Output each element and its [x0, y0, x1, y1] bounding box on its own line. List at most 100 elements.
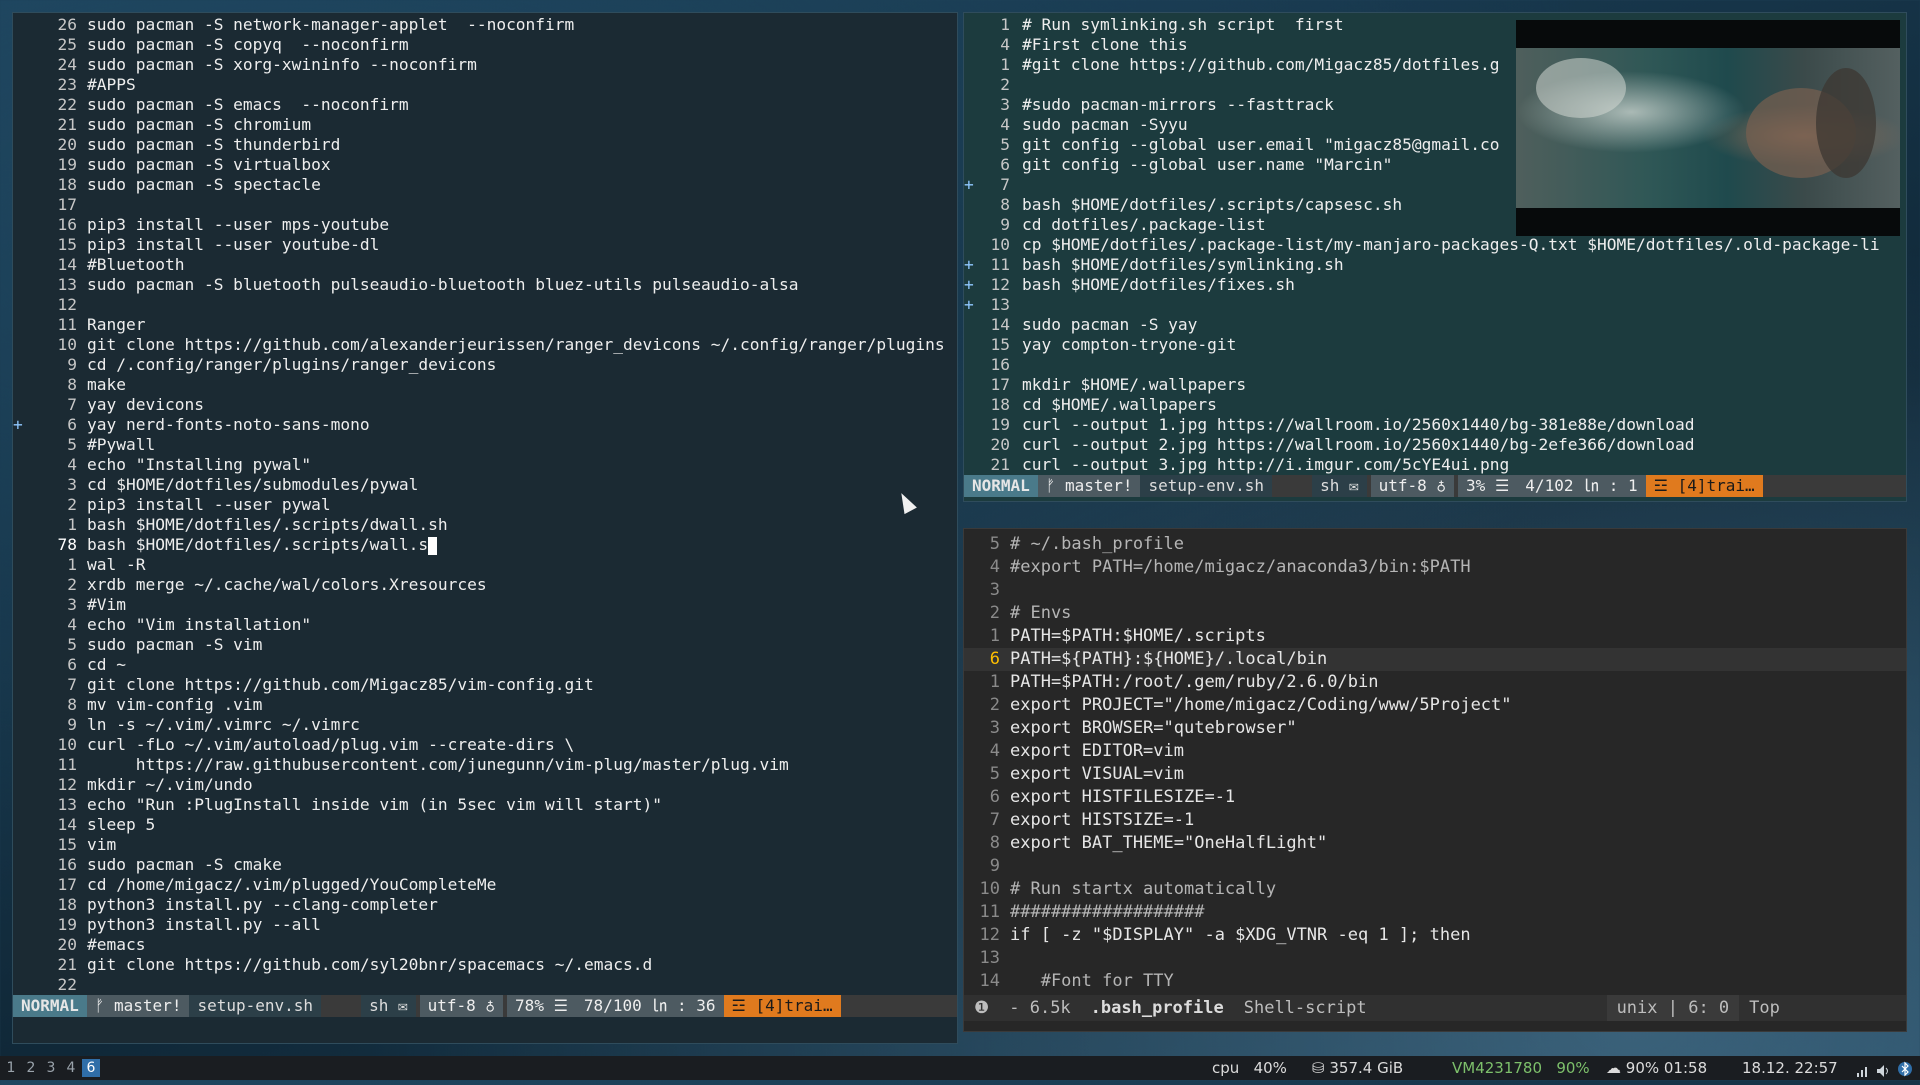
code-line[interactable]: 12 if [ -z "$DISPLAY" -a $XDG_VTNR -eq 1 …: [964, 924, 1906, 947]
code-line[interactable]: +12 bash $HOME/dotfiles/fixes.sh: [964, 275, 1906, 295]
code-line[interactable]: 14 sudo pacman -S yay: [964, 315, 1906, 335]
code-line[interactable]: 7 export HISTSIZE=-1: [964, 809, 1906, 832]
code-line[interactable]: 9 ln -s ~/.vim/.vimrc ~/.vimrc: [13, 715, 957, 735]
code-line[interactable]: 6 export HISTFILESIZE=-1: [964, 786, 1906, 809]
code-line[interactable]: 18 cd $HOME/.wallpapers: [964, 395, 1906, 415]
code-line[interactable]: 16 pip3 install --user mps-youtube: [13, 215, 957, 235]
bluetooth-icon[interactable]: [1898, 1060, 1912, 1084]
code-line[interactable]: 2 export PROJECT="/home/migacz/Coding/www…: [964, 694, 1906, 717]
code-line[interactable]: 2 xrdb merge ~/.cache/wal/colors.Xresourc…: [13, 575, 957, 595]
code-line[interactable]: 5 # ~/.bash_profile: [964, 533, 1906, 556]
code-line[interactable]: 10 curl -fLo ~/.vim/autoload/plug.vim --c…: [13, 735, 957, 755]
code-line[interactable]: 9 cd /.config/ranger/plugins/ranger_devic…: [13, 355, 957, 375]
code-line[interactable]: 12: [13, 295, 957, 315]
volume-icon[interactable]: [1876, 1061, 1890, 1085]
bottom-right-code-area[interactable]: 5 # ~/.bash_profile 4 #export PATH=/home/mi…: [964, 533, 1906, 993]
vm-widget[interactable]: VM4231780 90%: [1452, 1056, 1590, 1080]
code-line[interactable]: 3: [964, 579, 1906, 602]
bottom-right-editor-pane[interactable]: 5 # ~/.bash_profile 4 #export PATH=/home/mi…: [963, 528, 1907, 1032]
code-line[interactable]: 11 ###################: [964, 901, 1906, 924]
code-line[interactable]: 11 https://raw.githubusercontent.com/jun…: [13, 755, 957, 775]
line-text: sudo pacman -S emacs --noconfirm: [87, 95, 409, 114]
code-line[interactable]: 14 sleep 5: [13, 815, 957, 835]
code-line[interactable]: 12 mkdir ~/.vim/undo: [13, 775, 957, 795]
code-line[interactable]: 2 # Envs: [964, 602, 1906, 625]
code-line[interactable]: 4 echo "Vim installation": [13, 615, 957, 635]
code-line[interactable]: +13: [964, 295, 1906, 315]
video-player-overlay[interactable]: [1516, 20, 1900, 236]
code-line[interactable]: 10 # Run startx automatically: [964, 878, 1906, 901]
code-line[interactable]: 25 sudo pacman -S copyq --noconfirm: [13, 35, 957, 55]
code-line[interactable]: 18 sudo pacman -S spectacle: [13, 175, 957, 195]
code-line[interactable]: 17 cd /home/migacz/.vim/plugged/YouComple…: [13, 875, 957, 895]
code-line[interactable]: 11 Ranger: [13, 315, 957, 335]
disk-widget[interactable]: ⛁ 357.4 GiB: [1312, 1056, 1403, 1080]
code-line[interactable]: 13 sudo pacman -S bluetooth pulseaudio-bl…: [13, 275, 957, 295]
code-line[interactable]: 14 #Bluetooth: [13, 255, 957, 275]
code-line[interactable]: 16 sudo pacman -S cmake: [13, 855, 957, 875]
code-line[interactable]: 20 curl --output 2.jpg https://wallroom.i…: [964, 435, 1906, 455]
code-line[interactable]: 21 git clone https://github.com/syl20bnr/…: [13, 955, 957, 975]
code-line[interactable]: 1 bash $HOME/dotfiles/.scripts/dwall.sh: [13, 515, 957, 535]
code-line[interactable]: 26 sudo pacman -S network-manager-applet …: [13, 15, 957, 35]
code-line[interactable]: 22 sudo pacman -S emacs --noconfirm: [13, 95, 957, 115]
battery-widget[interactable]: ☁ 90% 01:58: [1606, 1056, 1707, 1080]
code-line[interactable]: 6 cd ~: [13, 655, 957, 675]
code-line[interactable]: 2 pip3 install --user pywal: [13, 495, 957, 515]
code-line[interactable]: 5 #Pywall: [13, 435, 957, 455]
workspace-2[interactable]: 2: [22, 1059, 40, 1077]
code-line[interactable]: 16: [964, 355, 1906, 375]
code-line[interactable]: 21 sudo pacman -S chromium: [13, 115, 957, 135]
code-line[interactable]: +11 bash $HOME/dotfiles/symlinking.sh: [964, 255, 1906, 275]
current-code-line[interactable]: 78 bash $HOME/dotfiles/.scripts/wall.s: [13, 535, 957, 555]
code-line[interactable]: 17: [13, 195, 957, 215]
code-line[interactable]: 1 wal -R: [13, 555, 957, 575]
workspace-4[interactable]: 4: [62, 1059, 80, 1077]
code-line[interactable]: 8 make: [13, 375, 957, 395]
code-line[interactable]: 8 mv vim-config .vim: [13, 695, 957, 715]
code-line[interactable]: 4 export EDITOR=vim: [964, 740, 1906, 763]
code-line[interactable]: 3 export BROWSER="qutebrowser": [964, 717, 1906, 740]
code-line[interactable]: 10 cp $HOME/dotfiles/.package-list/my-man…: [964, 235, 1906, 255]
code-line[interactable]: 7 git clone https://github.com/Migacz85/v…: [13, 675, 957, 695]
code-line[interactable]: 18 python3 install.py --clang-completer: [13, 895, 957, 915]
workspace-1[interactable]: 1: [2, 1059, 20, 1077]
code-line[interactable]: 10 git clone https://github.com/alexander…: [13, 335, 957, 355]
code-line[interactable]: 22: [13, 975, 957, 995]
code-line[interactable]: 19 sudo pacman -S virtualbox: [13, 155, 957, 175]
workspace-3[interactable]: 3: [42, 1059, 60, 1077]
code-line[interactable]: 23 #APPS: [13, 75, 957, 95]
code-line[interactable]: +6 yay nerd-fonts-noto-sans-mono: [13, 415, 957, 435]
code-line[interactable]: 15 pip3 install --user youtube-dl: [13, 235, 957, 255]
code-line[interactable]: 3 cd $HOME/dotfiles/submodules/pywal: [13, 475, 957, 495]
code-line[interactable]: 24 sudo pacman -S xorg-xwininfo --noconfi…: [13, 55, 957, 75]
current-code-line[interactable]: 6 PATH=${PATH}:${HOME}/.local/bin: [964, 648, 1906, 671]
code-line[interactable]: 17 mkdir $HOME/.wallpapers: [964, 375, 1906, 395]
code-line[interactable]: 4 #export PATH=/home/migacz/anaconda3/bin…: [964, 556, 1906, 579]
code-line[interactable]: 1 PATH=$PATH:$HOME/.scripts: [964, 625, 1906, 648]
code-line[interactable]: 9: [964, 855, 1906, 878]
code-line[interactable]: 19 curl --output 1.jpg https://wallroom.i…: [964, 415, 1906, 435]
code-line[interactable]: 15 vim: [13, 835, 957, 855]
clock[interactable]: 18.12. 22:57: [1742, 1056, 1838, 1080]
wifi-icon[interactable]: [1856, 1061, 1870, 1085]
code-line[interactable]: 5 sudo pacman -S vim: [13, 635, 957, 655]
code-line[interactable]: 13 echo "Run :PlugInstall inside vim (in …: [13, 795, 957, 815]
code-line[interactable]: 8 export BAT_THEME="OneHalfLight": [964, 832, 1906, 855]
code-line[interactable]: 19 python3 install.py --all: [13, 915, 957, 935]
workspace-6[interactable]: 6: [82, 1059, 100, 1077]
code-line[interactable]: 21 curl --output 3.jpg http://i.imgur.com…: [964, 455, 1906, 475]
code-line[interactable]: 1 PATH=$PATH:/root/.gem/ruby/2.6.0/bin: [964, 671, 1906, 694]
code-line[interactable]: 20 sudo pacman -S thunderbird: [13, 135, 957, 155]
left-editor-pane[interactable]: 26 sudo pacman -S network-manager-applet …: [12, 12, 958, 1044]
code-line[interactable]: 14 #Font for TTY: [964, 970, 1906, 993]
left-code-area[interactable]: 26 sudo pacman -S network-manager-applet …: [13, 15, 957, 995]
code-line[interactable]: 15 yay compton-tryone-git: [964, 335, 1906, 355]
code-line[interactable]: 4 echo "Installing pywal": [13, 455, 957, 475]
code-line[interactable]: 7 yay devicons: [13, 395, 957, 415]
code-line[interactable]: 13: [964, 947, 1906, 970]
cpu-widget[interactable]: cpu 40%: [1212, 1056, 1287, 1080]
code-line[interactable]: 3 #Vim: [13, 595, 957, 615]
code-line[interactable]: 5 export VISUAL=vim: [964, 763, 1906, 786]
code-line[interactable]: 20 #emacs: [13, 935, 957, 955]
